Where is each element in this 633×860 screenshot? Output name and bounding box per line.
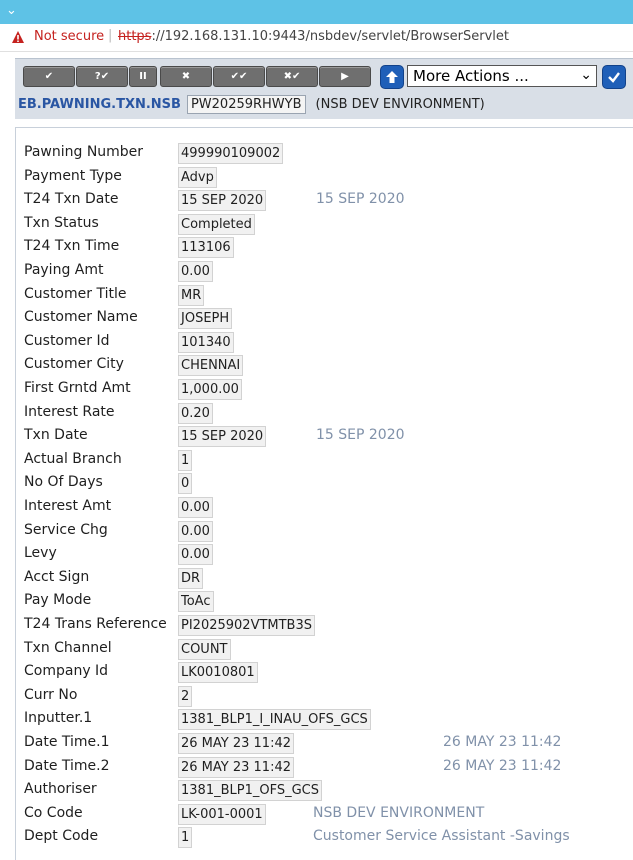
field-label: Curr No [24,687,78,703]
record-id[interactable]: PW20259RHWYB [186,95,306,114]
field-value[interactable]: COUNT [178,639,231,660]
field-label: First Grntd Amt [24,380,131,396]
address-separator: | [108,28,113,43]
field-label: Actual Branch [24,451,122,467]
field-label: Customer Name [24,309,138,325]
field-label: Levy [24,545,57,561]
field-enrichment: 26 MAY 23 11:42 [443,758,562,774]
url-rest: ://192.168.131.10:9443/nsbdev/servlet/Br… [151,29,509,44]
field-value[interactable]: Advp [178,167,217,188]
more-actions-select[interactable]: More Actions ... ⌄ [407,65,597,87]
field-value[interactable]: 26 MAY 23 11:42 [178,733,294,754]
upload-button[interactable] [380,65,404,89]
field-value[interactable]: LK0010801 [178,662,258,683]
field-value[interactable]: MR [178,285,205,306]
field-value[interactable]: CHENNAI [178,355,244,376]
field-label: Txn Channel [24,640,112,656]
field-value[interactable]: 101340 [178,332,234,353]
not-secure-label[interactable]: Not secure [34,29,104,44]
field-value[interactable]: 1 [178,450,193,471]
field-value[interactable]: Completed [178,214,255,235]
field-value[interactable]: 1381_BLP1_OFS_GCS [178,780,322,801]
more-actions-value: More Actions ... [413,67,529,85]
field-value[interactable]: 113106 [178,237,234,258]
field-value[interactable]: 0.00 [178,497,213,518]
field-label: T24 Txn Time [24,238,120,254]
field-label: T24 Txn Date [24,191,119,207]
field-enrichment: Customer Service Assistant -Savings [313,828,570,844]
chevron-down-icon[interactable]: ⌄ [6,3,17,18]
environment-label: (NSB DEV ENVIRONMENT) [315,97,485,112]
field-label: Service Chg [24,522,108,538]
field-value[interactable]: 15 SEP 2020 [178,190,267,211]
field-value[interactable]: 499990109002 [178,143,284,164]
go-button[interactable] [602,65,626,89]
field-label: Customer City [24,356,124,372]
application-header: EB.PAWNING.TXN.NSB PW20259RHWYB (NSB DEV… [18,95,485,114]
record-panel [15,127,633,860]
url-text[interactable]: https://192.168.131.10:9443/nsbdev/servl… [118,29,509,44]
warning-icon [12,31,24,43]
field-value[interactable]: 1,000.00 [178,379,242,400]
field-enrichment: 26 MAY 23 11:42 [443,734,562,750]
commit-button[interactable]: ✔ [23,66,75,87]
address-bar[interactable]: Not secure | https://192.168.131.10:9443… [0,24,633,52]
field-label: Interest Rate [24,404,115,420]
field-label: Txn Date [24,427,88,443]
field-label: Paying Amt [24,262,104,278]
field-label: Co Code [24,805,83,821]
field-label: Authoriser [24,781,97,797]
field-value[interactable]: 0.00 [178,261,213,282]
field-label: No Of Days [24,474,103,490]
field-value[interactable]: DR [178,568,204,589]
delete-button[interactable]: ✖ [160,66,212,87]
field-value[interactable]: 1381_BLP1_I_INAU_OFS_GCS [178,709,371,730]
authorise-button[interactable]: ✔✔ [213,66,265,87]
field-label: Dept Code [24,828,99,844]
field-value[interactable]: JOSEPH [178,308,233,329]
field-value[interactable]: 0.00 [178,521,213,542]
field-label: T24 Trans Reference [24,616,167,632]
field-label: Txn Status [24,215,99,231]
application-name: EB.PAWNING.TXN.NSB [18,97,181,112]
browser-title-bar: ⌄ [0,0,633,24]
field-label: Customer Title [24,286,127,302]
field-label: Customer Id [24,333,110,349]
chevron-down-icon: ⌄ [580,67,592,83]
field-label: Company Id [24,663,109,679]
next-button[interactable]: ▶ [319,66,371,87]
field-value[interactable]: 15 SEP 2020 [178,426,267,447]
field-value[interactable]: ToAc [178,591,214,612]
url-scheme: https [118,29,152,44]
field-value[interactable]: 0.20 [178,403,213,424]
field-enrichment: 15 SEP 2020 [316,427,405,443]
field-label: Date Time.1 [24,734,110,750]
field-label: Pawning Number [24,144,144,160]
hold-button[interactable]: II [129,66,157,87]
toolbar: ✔ ?✔ II ✖ ✔✔ ✖✔ ▶ More Actions ... ⌄ EB.PAWNIN… [15,58,633,119]
field-value[interactable]: 26 MAY 23 11:42 [178,757,294,778]
reverse-button[interactable]: ✖✔ [266,66,318,87]
field-value[interactable]: 0 [178,473,193,494]
field-enrichment: 15 SEP 2020 [316,191,405,207]
field-value[interactable]: 2 [178,686,193,707]
arrow-up-icon [386,71,398,83]
field-label: Acct Sign [24,569,90,585]
field-value[interactable]: PI2025902VTMTB3S [178,615,316,636]
field-label: Pay Mode [24,592,92,608]
field-label: Payment Type [24,168,122,184]
field-label: Interest Amt [24,498,112,514]
field-value[interactable]: 1 [178,827,193,848]
field-label: Date Time.2 [24,758,110,774]
field-value[interactable]: 0.00 [178,544,213,565]
check-icon [608,72,620,83]
field-label: Inputter.1 [24,710,93,726]
field-value[interactable]: LK-001-0001 [178,804,266,825]
field-enrichment: NSB DEV ENVIRONMENT [313,805,485,821]
validate-button[interactable]: ?✔ [76,66,128,87]
